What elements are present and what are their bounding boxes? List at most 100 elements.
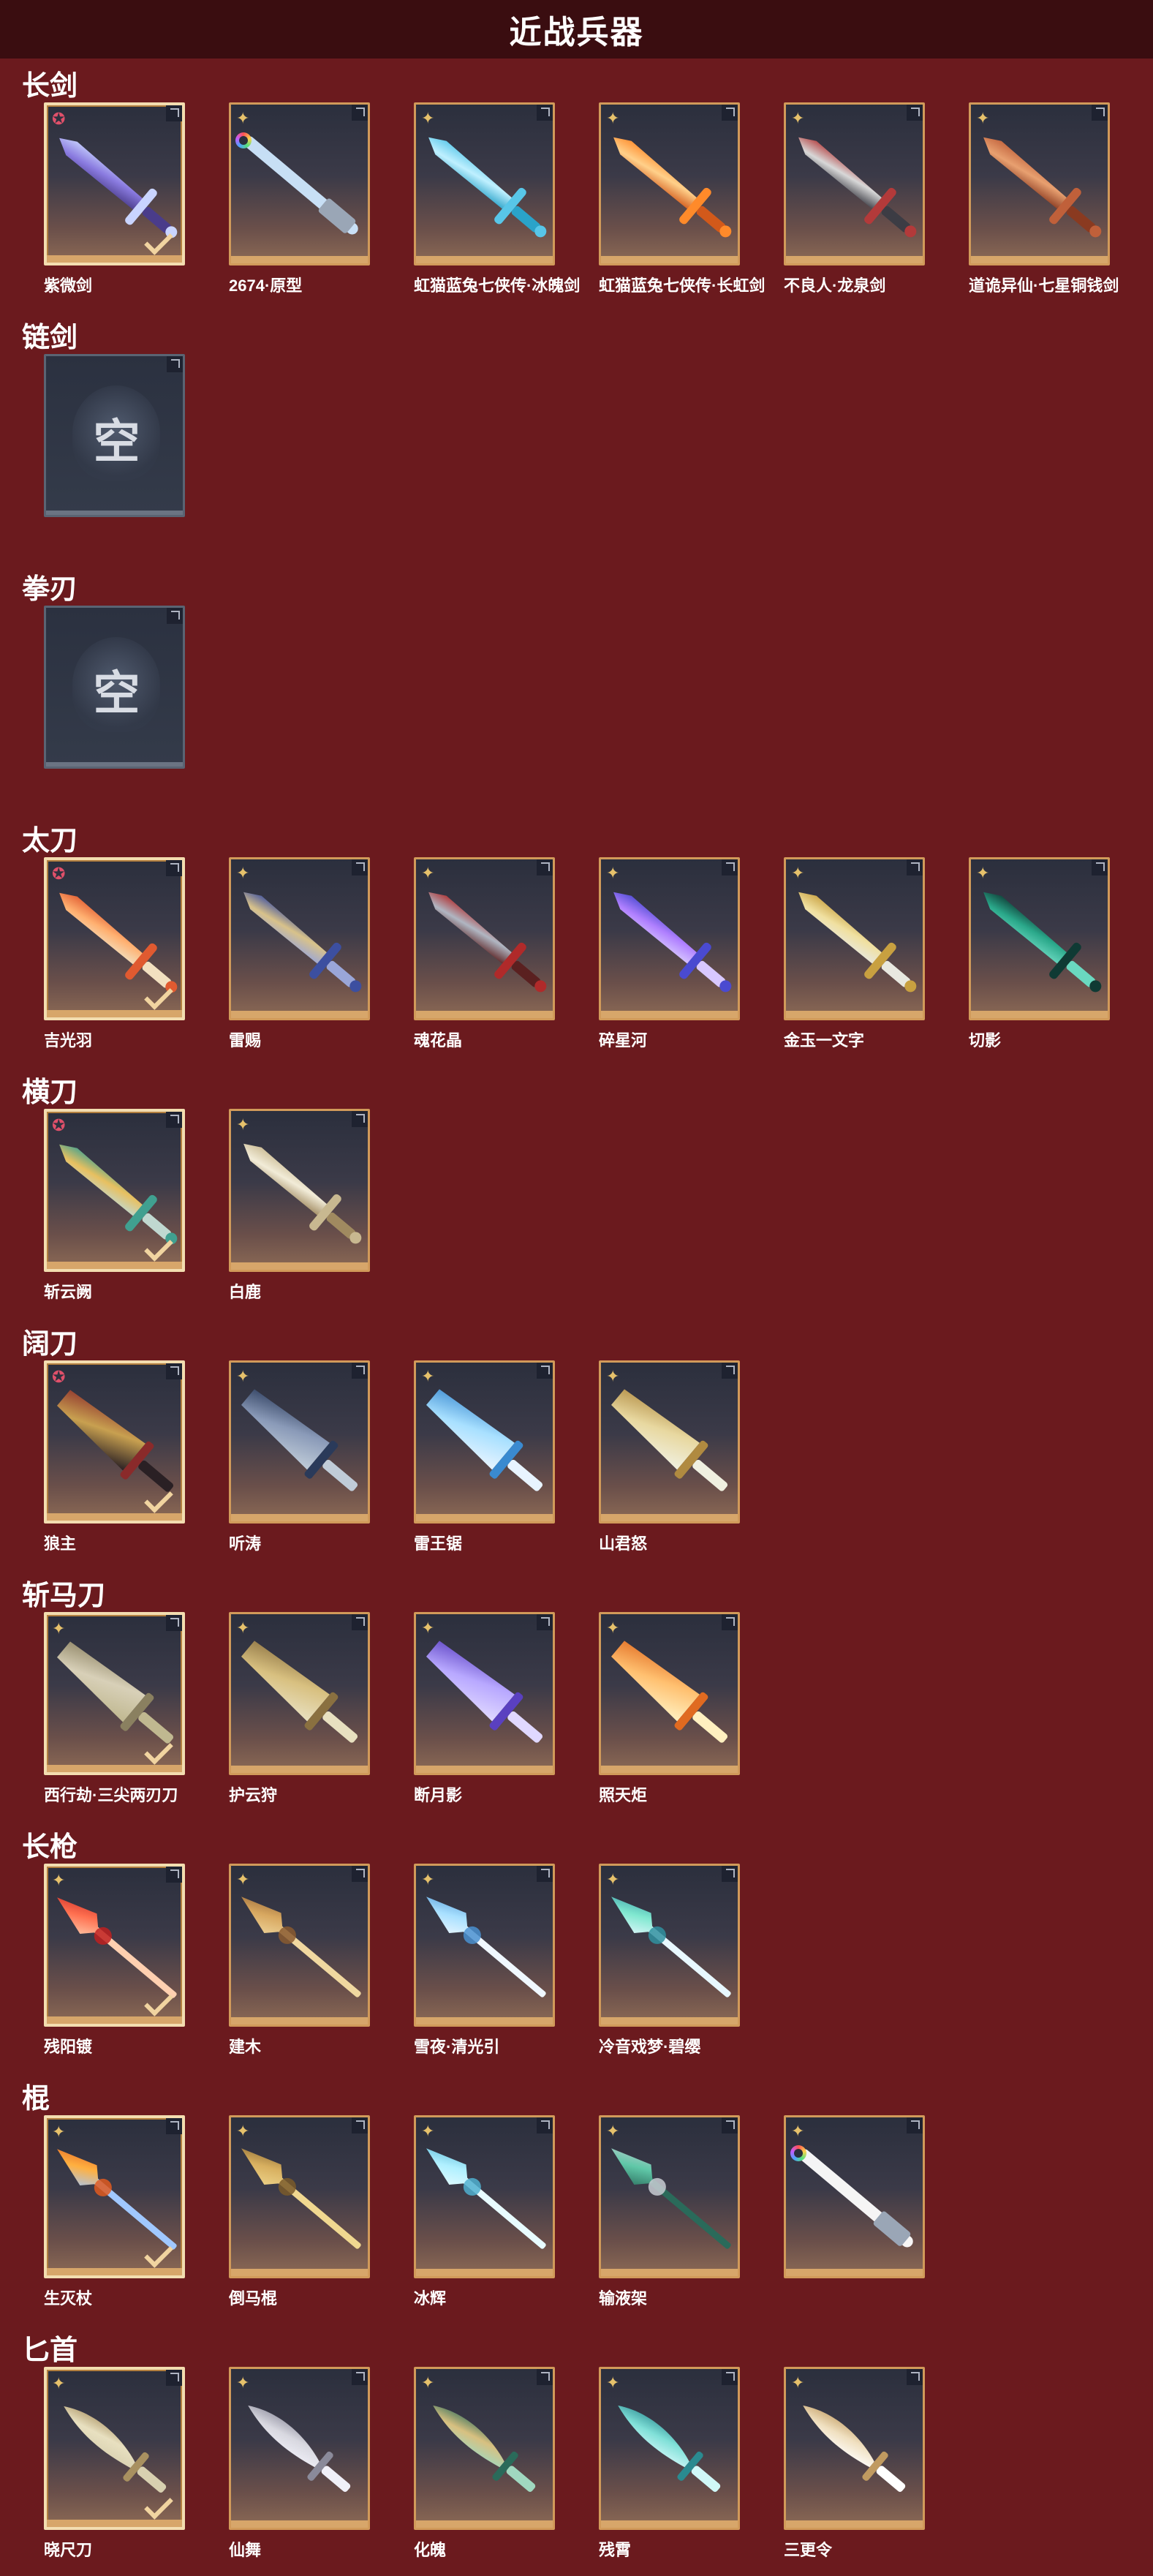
weapon-card[interactable]: ✪ (44, 1360, 185, 1524)
rarity-strip (416, 1766, 553, 1773)
weapon-slot[interactable]: ✦ 不良人·龙泉剑 (784, 102, 925, 295)
weapon-slot[interactable]: ✦ 西行劫·三尖两刃刀 (44, 1612, 185, 1804)
weapon-card[interactable]: ✦ (414, 2115, 555, 2278)
weapon-card[interactable]: ✦ (599, 102, 740, 265)
rainbow-ring-icon (790, 2145, 806, 2161)
weapon-slot[interactable]: ✪ 吉光羽 (44, 857, 185, 1050)
weapon-card[interactable]: ✦ (44, 1864, 185, 2027)
rarity-strip (231, 1011, 368, 1018)
weapon-slot[interactable]: ✦ 雷王锯 (414, 1360, 555, 1553)
weapon-slot[interactable]: ✦ 化魄 (414, 2367, 555, 2559)
weapon-card[interactable]: ✦ (599, 2367, 740, 2530)
weapon-card[interactable]: ✦ (599, 1612, 740, 1775)
weapon-card[interactable]: ✦ (414, 857, 555, 1020)
broadsword-icon (426, 1389, 543, 1491)
weapon-slot[interactable]: ✦ 白鹿 (229, 1109, 370, 1301)
katana-icon (613, 892, 732, 993)
weapon-card[interactable]: 空 (44, 354, 185, 517)
weapon-slot[interactable]: ✦ 晓尺刀 (44, 2367, 185, 2559)
weapon-card[interactable]: ✦ (44, 2115, 185, 2278)
weapon-slot[interactable]: ✦ 道诡异仙·七星铜钱剑 (969, 102, 1119, 295)
weapon-slot[interactable]: ✦ 生灭杖 (44, 2115, 185, 2308)
empty-slot[interactable]: 空 (44, 354, 185, 517)
weapon-slot[interactable]: ✦ 照天炬 (599, 1612, 740, 1804)
weapon-card[interactable]: ✦ (229, 857, 370, 1020)
weapon-card[interactable]: ✦ (229, 2367, 370, 2530)
weapon-card[interactable]: ✦ (414, 1864, 555, 2027)
weapon-card[interactable]: ✪ (44, 1109, 185, 1272)
weapon-slot[interactable]: ✦ 冷音戏梦·碧缨 (599, 1864, 740, 2056)
weapon-card[interactable]: ✪ (44, 857, 185, 1020)
weapon-card[interactable]: ✦ (414, 2367, 555, 2530)
weapon-slot[interactable]: ✦ 2674·原型 (229, 102, 370, 295)
weapon-card[interactable]: ✦ (44, 2367, 185, 2530)
weapon-card[interactable]: ✦ (599, 2115, 740, 2278)
spark-badge-icon: ✦ (606, 109, 620, 127)
weapon-card[interactable]: ✦ (229, 102, 370, 265)
weapon-slot[interactable]: ✦ 护云狩 (229, 1612, 370, 1804)
section-label: 长枪 (22, 1832, 78, 1863)
weapon-slot[interactable]: ✦ 山君怒 (599, 1360, 740, 1553)
weapon-name: 化魄 (414, 2541, 447, 2559)
weapon-card[interactable]: 空 (44, 606, 185, 769)
corner-fold-icon (352, 2369, 368, 2385)
weapon-slot[interactable]: ✦ 断月影 (414, 1612, 555, 1804)
weapon-slot[interactable]: ✦ 倒马棍 (229, 2115, 370, 2308)
weapon-card[interactable]: ✦ (784, 2115, 925, 2278)
weapon-card[interactable]: ✦ (229, 1864, 370, 2027)
weapon-slot[interactable]: ✦ 金玉一文字 (784, 857, 925, 1050)
weapon-card[interactable]: ✦ (784, 102, 925, 265)
corner-fold-icon (166, 105, 182, 121)
rarity-strip (231, 256, 368, 263)
weapon-slot[interactable]: ✦ 虹猫蓝兔七侠传·冰魄剑 (414, 102, 580, 295)
weapon-slot[interactable]: ✦ 仙舞 (229, 2367, 370, 2559)
weapon-slot[interactable]: ✦ 听涛 (229, 1360, 370, 1553)
weapon-slot[interactable]: ✦ 雪夜·清光引 (414, 1864, 555, 2056)
spark-badge-icon: ✦ (421, 1367, 435, 1385)
weapon-card[interactable]: ✦ (599, 1864, 740, 2027)
weapon-slot[interactable]: ✦ 切影 (969, 857, 1110, 1050)
weapon-name: 西行劫·三尖两刃刀 (44, 1786, 178, 1804)
weapon-card[interactable]: ✦ (784, 2367, 925, 2530)
rarity-strip (786, 256, 923, 263)
weapon-card[interactable]: ✦ (44, 1612, 185, 1775)
weapon-card[interactable]: ✦ (414, 102, 555, 265)
weapon-slot[interactable]: ✦ 输液架 (599, 2115, 740, 2308)
weapon-slot[interactable]: ✪ 紫微剑 (44, 102, 185, 295)
weapon-card[interactable]: ✦ (599, 1360, 740, 1524)
weapon-slot[interactable]: ✦ 碎星河 (599, 857, 740, 1050)
empty-label: 空 (93, 666, 140, 720)
empty-slot[interactable]: 空 (44, 606, 185, 769)
weapon-slot[interactable]: ✦ 残阳镀 (44, 1864, 185, 2056)
weapon-section: 长枪 ✦ 残阳镀 ✦ 建木 ✦ 雪夜·清光引 ✦ 冷音戏梦·碧缨 (0, 1821, 1153, 2073)
weapon-slot[interactable]: ✦ 残霄 (599, 2367, 740, 2559)
spark-badge-icon: ✦ (52, 1619, 66, 1638)
weapon-card[interactable]: ✦ (969, 857, 1110, 1020)
weapon-slot[interactable]: ✪ 斩云阙 (44, 1109, 185, 1301)
spark-badge-icon: ✦ (606, 1619, 620, 1637)
rarity-strip (416, 1514, 553, 1521)
weapon-card[interactable]: ✪ (44, 102, 185, 265)
weapon-slot[interactable]: ✦ 冰辉 (414, 2115, 555, 2308)
weapon-card[interactable]: ✦ (414, 1612, 555, 1775)
weapon-card[interactable]: ✦ (599, 857, 740, 1020)
weapon-name: 断月影 (414, 1786, 463, 1804)
weapon-card[interactable]: ✦ (229, 2115, 370, 2278)
weapon-card[interactable]: ✦ (414, 1360, 555, 1524)
spark-badge-icon: ✦ (236, 1870, 250, 1888)
weapon-card[interactable]: ✦ (229, 1612, 370, 1775)
weapon-card[interactable]: ✦ (229, 1109, 370, 1272)
weapon-slot[interactable]: ✦ 虹猫蓝兔七侠传·长虹剑 (599, 102, 765, 295)
weapon-slot[interactable]: ✦ 雷赐 (229, 857, 370, 1050)
weapon-card[interactable]: ✦ (784, 857, 925, 1020)
weapon-slot[interactable]: ✦ 三更令 (784, 2367, 925, 2559)
weapon-card[interactable]: ✦ (969, 102, 1110, 265)
corner-fold-icon (537, 2369, 553, 2385)
weapon-slot[interactable]: ✪ 狼主 (44, 1360, 185, 1553)
weapon-card[interactable]: ✦ (229, 1360, 370, 1524)
spark-badge-icon: ✦ (236, 1367, 250, 1385)
weapon-slot[interactable]: ✦ 建木 (229, 1864, 370, 2056)
weapon-slot[interactable]: ✦ 魂花晶 (414, 857, 555, 1050)
weapon-name: 生灭杖 (44, 2289, 93, 2308)
weapon-slot[interactable]: ✦ (784, 2115, 925, 2278)
